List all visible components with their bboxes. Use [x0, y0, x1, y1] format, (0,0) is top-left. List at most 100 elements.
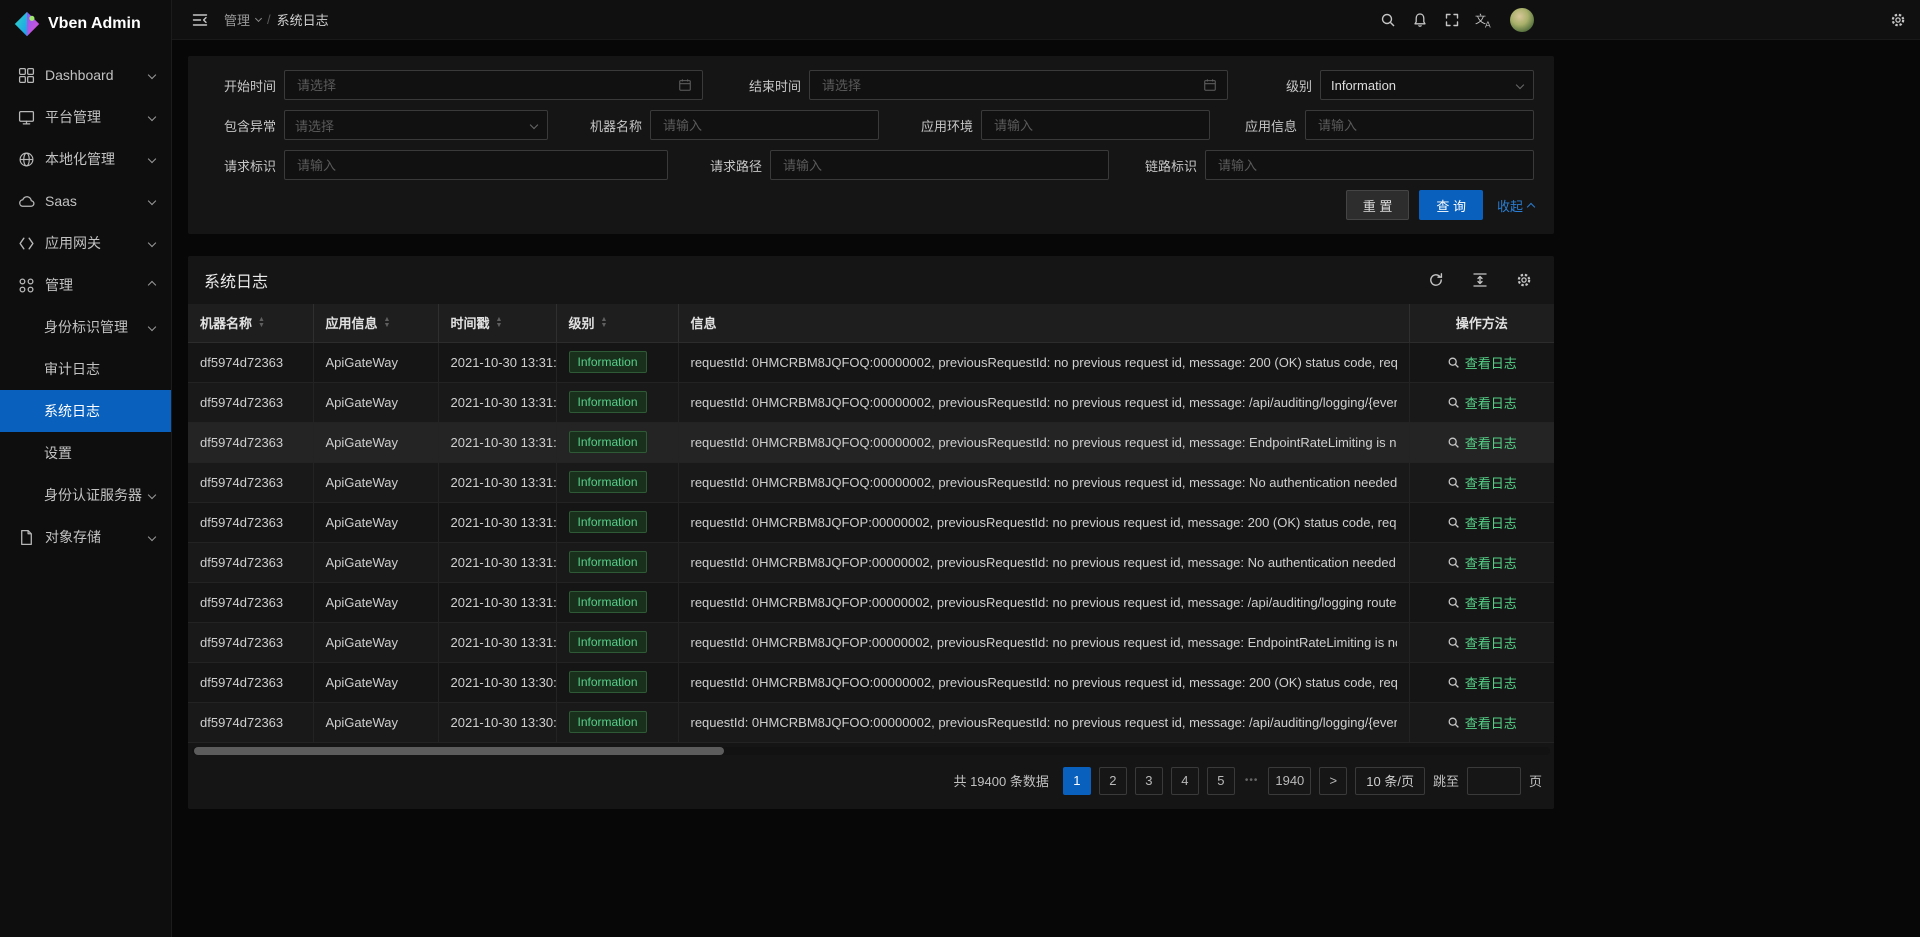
view-log-link[interactable]: 查看日志	[1447, 393, 1517, 412]
cell-timestamp: 2021-10-30 13:30:44	[438, 702, 556, 742]
view-log-link[interactable]: 查看日志	[1447, 513, 1517, 532]
column-header-2[interactable]: 时间戳▲▼	[438, 304, 556, 342]
page-button-1940[interactable]: 1940	[1268, 767, 1311, 795]
app-env-input[interactable]	[981, 110, 1210, 140]
app-info-input-field[interactable]	[1316, 117, 1523, 134]
end-time-input[interactable]	[809, 70, 1228, 100]
menu-item-label: 应用网关	[45, 233, 101, 253]
translate-icon[interactable]: 文A	[1470, 6, 1498, 34]
reset-button[interactable]: 重 置	[1346, 190, 1410, 220]
query-button[interactable]: 查 询	[1419, 190, 1483, 220]
sidebar-subitem-5-0[interactable]: 身份标识管理	[0, 306, 171, 348]
view-log-link[interactable]: 查看日志	[1447, 353, 1517, 372]
sidebar-subitem-5-2[interactable]: 系统日志	[0, 390, 171, 432]
sidebar-item-6[interactable]: 对象存储	[0, 516, 171, 558]
app-info-input[interactable]	[1305, 110, 1534, 140]
sidebar-subitem-5-4[interactable]: 身份认证服务器	[0, 474, 171, 516]
sidebar-item-0[interactable]: Dashboard	[0, 54, 171, 96]
level-select[interactable]: Information	[1320, 70, 1534, 100]
view-log-link[interactable]: 查看日志	[1447, 713, 1517, 732]
table-row-0[interactable]: df5974d72363ApiGateWay2021-10-30 13:31:3…	[188, 342, 1554, 382]
end-time-input-field[interactable]	[820, 77, 1197, 94]
sort-icon[interactable]: ▲▼	[384, 317, 391, 329]
logo[interactable]: Vben Admin	[0, 0, 171, 48]
column-label: 应用信息	[326, 313, 378, 332]
table-row-9[interactable]: df5974d72363ApiGateWay2021-10-30 13:30:4…	[188, 702, 1554, 742]
cell-action: 查看日志	[1409, 422, 1554, 462]
pagination-ellipsis[interactable]: •••	[1243, 775, 1261, 786]
sidebar-item-2[interactable]: 本地化管理	[0, 138, 171, 180]
trace-id-input-field[interactable]	[1216, 157, 1523, 174]
column-height-icon[interactable]	[1466, 266, 1494, 294]
sidebar-item-4[interactable]: 应用网关	[0, 222, 171, 264]
collapse-toggle[interactable]: 收起	[1497, 196, 1534, 215]
column-header-3[interactable]: 级别▲▼	[556, 304, 678, 342]
trace-id-input[interactable]	[1205, 150, 1534, 180]
table-header-row: 机器名称▲▼应用信息▲▼时间戳▲▼级别▲▼信息操作方法	[188, 304, 1554, 342]
view-log-link[interactable]: 查看日志	[1447, 633, 1517, 652]
sidebar-item-1[interactable]: 平台管理	[0, 96, 171, 138]
level-badge: Information	[569, 671, 647, 693]
sidebar-item-3[interactable]: Saas	[0, 180, 171, 222]
table-row-5[interactable]: df5974d72363ApiGateWay2021-10-30 13:31:3…	[188, 542, 1554, 582]
view-log-link[interactable]: 查看日志	[1447, 553, 1517, 572]
sidebar-subitem-5-1[interactable]: 审计日志	[0, 348, 171, 390]
cell-timestamp: 2021-10-30 13:31:38	[438, 462, 556, 502]
app-env-input-field[interactable]	[992, 117, 1199, 134]
sidebar-subitem-5-3[interactable]: 设置	[0, 432, 171, 474]
breadcrumb-parent[interactable]: 管理	[224, 10, 250, 29]
fullscreen-icon[interactable]	[1438, 6, 1466, 34]
avatar[interactable]	[1510, 8, 1534, 32]
magnifier-icon	[1447, 516, 1460, 529]
column-header-0[interactable]: 机器名称▲▼	[188, 304, 313, 342]
menu-item-label: Saas	[45, 193, 77, 209]
start-time-input[interactable]	[284, 70, 703, 100]
table-row-4[interactable]: df5974d72363ApiGateWay2021-10-30 13:31:3…	[188, 502, 1554, 542]
request-id-input-field[interactable]	[295, 157, 657, 174]
cell-app-info: ApiGateWay	[313, 462, 438, 502]
start-time-input-field[interactable]	[295, 77, 672, 94]
table-row-8[interactable]: df5974d72363ApiGateWay2021-10-30 13:30:4…	[188, 662, 1554, 702]
table-row-3[interactable]: df5974d72363ApiGateWay2021-10-30 13:31:3…	[188, 462, 1554, 502]
sidebar-item-5[interactable]: 管理	[0, 264, 171, 306]
jump-prefix-label: 跳至	[1433, 771, 1459, 790]
page-button-2[interactable]: 2	[1099, 767, 1127, 795]
page-size-select[interactable]: 10 条/页	[1355, 767, 1425, 795]
view-log-link[interactable]: 查看日志	[1447, 473, 1517, 492]
next-page-button[interactable]: >	[1319, 767, 1347, 795]
horizontal-scrollbar[interactable]	[192, 747, 1550, 755]
sort-icon[interactable]: ▲▼	[496, 317, 503, 329]
jump-page-input[interactable]	[1467, 767, 1521, 795]
scrollbar-thumb[interactable]	[194, 747, 724, 755]
refresh-icon[interactable]	[1422, 266, 1450, 294]
page-button-1[interactable]: 1	[1063, 767, 1091, 795]
vben-logo-icon	[14, 11, 40, 37]
column-settings-icon[interactable]	[1510, 266, 1538, 294]
bell-icon[interactable]	[1406, 6, 1434, 34]
sort-icon[interactable]: ▲▼	[601, 317, 608, 329]
request-id-input[interactable]	[284, 150, 668, 180]
table-row-7[interactable]: df5974d72363ApiGateWay2021-10-30 13:31:3…	[188, 622, 1554, 662]
machine-name-input-field[interactable]	[661, 117, 868, 134]
view-log-link[interactable]: 查看日志	[1447, 593, 1517, 612]
view-log-link[interactable]: 查看日志	[1447, 673, 1517, 692]
request-path-input[interactable]	[770, 150, 1109, 180]
menu-fold-icon[interactable]	[186, 6, 214, 34]
sort-icon[interactable]: ▲▼	[258, 317, 265, 329]
page-button-3[interactable]: 3	[1135, 767, 1163, 795]
table-row-1[interactable]: df5974d72363ApiGateWay2021-10-30 13:31:3…	[188, 382, 1554, 422]
machine-name-input[interactable]	[650, 110, 879, 140]
view-log-link[interactable]: 查看日志	[1447, 433, 1517, 452]
level-badge: Information	[569, 351, 647, 373]
table-row-2[interactable]: df5974d72363ApiGateWay2021-10-30 13:31:3…	[188, 422, 1554, 462]
page-button-5[interactable]: 5	[1207, 767, 1235, 795]
request-path-input-field[interactable]	[781, 157, 1098, 174]
magnifier-icon	[1447, 676, 1460, 689]
saas-icon	[18, 193, 35, 210]
page-button-4[interactable]: 4	[1171, 767, 1199, 795]
has-exception-select[interactable]: 请选择	[284, 110, 548, 140]
column-header-1[interactable]: 应用信息 ▲▼	[313, 304, 438, 342]
table-row-6[interactable]: df5974d72363ApiGateWay2021-10-30 13:31:3…	[188, 582, 1554, 622]
search-icon[interactable]	[1374, 6, 1402, 34]
settings-gear-icon[interactable]	[1884, 6, 1912, 34]
